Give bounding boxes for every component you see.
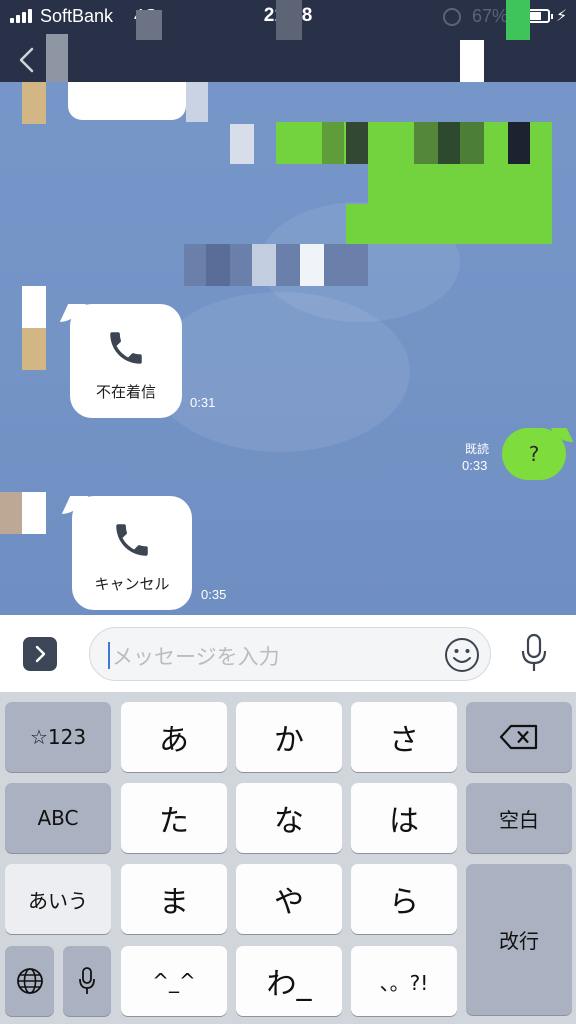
message-time: 0:33: [462, 458, 488, 473]
call-label: キャンセル: [94, 574, 170, 593]
key-emoticon[interactable]: ^_^: [121, 946, 227, 1016]
key-na[interactable]: な: [236, 783, 342, 853]
key-wa[interactable]: わ_: [236, 946, 342, 1016]
call-label: 不在着信: [95, 382, 156, 401]
phone-icon: [110, 331, 142, 364]
missed-call-bubble[interactable]: 不在着信: [70, 304, 182, 418]
chat-area[interactable]: 不在着信 0:31 既読 0:33 ? キャンセル 0:35: [0, 82, 576, 615]
redacted-block: [322, 122, 344, 164]
message-input[interactable]: メッセージを入力: [89, 627, 491, 681]
orientation-lock-icon: [443, 8, 461, 26]
redacted-block: [276, 0, 302, 40]
key-label: 空白: [499, 807, 539, 832]
avatar[interactable]: [22, 492, 46, 534]
chevron-left-icon: [19, 47, 34, 73]
key-return[interactable]: 改行: [466, 864, 572, 1015]
message-input-bar: メッセージを入力: [0, 615, 576, 692]
back-button[interactable]: [12, 44, 42, 76]
key-delete[interactable]: [466, 702, 572, 772]
message-time: 0:35: [201, 587, 227, 602]
key-kana[interactable]: あいう: [5, 864, 111, 934]
message-bubble: [68, 82, 186, 120]
redacted-block: [460, 40, 484, 82]
key-ra[interactable]: ら: [351, 864, 457, 934]
chevron-right-icon: [35, 645, 46, 663]
avatar[interactable]: [22, 82, 46, 124]
key-ta[interactable]: た: [121, 783, 227, 853]
key-globe[interactable]: [5, 946, 54, 1016]
key-label: ま: [159, 885, 189, 920]
message-time: 0:31: [190, 395, 216, 410]
sent-message-bubble[interactable]: ?: [502, 428, 566, 480]
japanese-keyboard: ☆123 あ か さ ABC た な は 空白 あいう ま や ら 改行 ^_^: [0, 692, 576, 1024]
key-label: は: [389, 804, 419, 839]
redacted-block: [136, 10, 162, 40]
key-label: あいう: [28, 888, 88, 913]
key-ya[interactable]: や: [236, 864, 342, 934]
key-label: な: [274, 804, 304, 839]
key-label: わ_: [266, 967, 312, 1002]
key-label: ABC: [37, 806, 79, 830]
avatar[interactable]: [22, 286, 46, 328]
battery-percent: 67%: [472, 6, 509, 26]
redacted-block: [346, 204, 552, 244]
expand-menu-button[interactable]: [23, 637, 57, 671]
redacted-block: [300, 244, 324, 286]
input-placeholder: メッセージを入力: [112, 645, 280, 669]
redacted-block: [508, 122, 530, 164]
key-label: や: [274, 885, 304, 920]
key-ma[interactable]: ま: [121, 864, 227, 934]
text-cursor: [108, 642, 110, 669]
smiley-icon[interactable]: [444, 637, 480, 673]
key-punctuation[interactable]: 、。?!: [351, 946, 457, 1016]
microphone-icon[interactable]: [518, 632, 550, 674]
chat-header: SoftBank 4G 21:38 67% ⚡: [0, 0, 576, 82]
key-ka[interactable]: か: [236, 702, 342, 772]
key-label: 、。?!: [379, 970, 429, 995]
globe-icon: [16, 968, 43, 994]
key-space[interactable]: 空白: [466, 783, 572, 853]
canceled-call-bubble[interactable]: キャンセル: [72, 496, 192, 610]
avatar[interactable]: [0, 492, 22, 534]
redacted-block: [414, 122, 438, 164]
key-abc[interactable]: ABC: [5, 783, 111, 853]
key-label: さ: [389, 723, 419, 758]
key-a[interactable]: あ: [121, 702, 227, 772]
key-dictation[interactable]: [63, 946, 111, 1016]
key-label: ら: [389, 885, 419, 920]
redacted-block: [506, 0, 530, 40]
key-label: ☆123: [29, 725, 87, 749]
read-receipt: 既読: [465, 442, 490, 456]
redacted-block: [346, 122, 368, 164]
charging-icon: ⚡: [556, 6, 568, 25]
microphone-icon: [79, 967, 95, 994]
key-label: 改行: [499, 929, 539, 953]
avatar[interactable]: [22, 328, 46, 370]
redacted-block: [252, 244, 276, 286]
message-text: ?: [528, 442, 540, 466]
redacted-block: [46, 34, 68, 82]
redacted-block: [460, 122, 484, 164]
key-numbers[interactable]: ☆123: [5, 702, 111, 772]
key-label: か: [274, 723, 304, 758]
redacted-block: [186, 82, 208, 122]
phone-icon: [116, 523, 148, 556]
key-label: ^_^: [152, 969, 196, 993]
redacted-block: [206, 244, 230, 286]
key-ha[interactable]: は: [351, 783, 457, 853]
redacted-block: [368, 164, 552, 204]
backspace-icon: [499, 724, 538, 750]
key-label: あ: [159, 723, 189, 758]
key-sa[interactable]: さ: [351, 702, 457, 772]
redacted-block: [230, 124, 254, 164]
key-label: た: [159, 804, 189, 839]
redacted-block: [438, 122, 460, 164]
